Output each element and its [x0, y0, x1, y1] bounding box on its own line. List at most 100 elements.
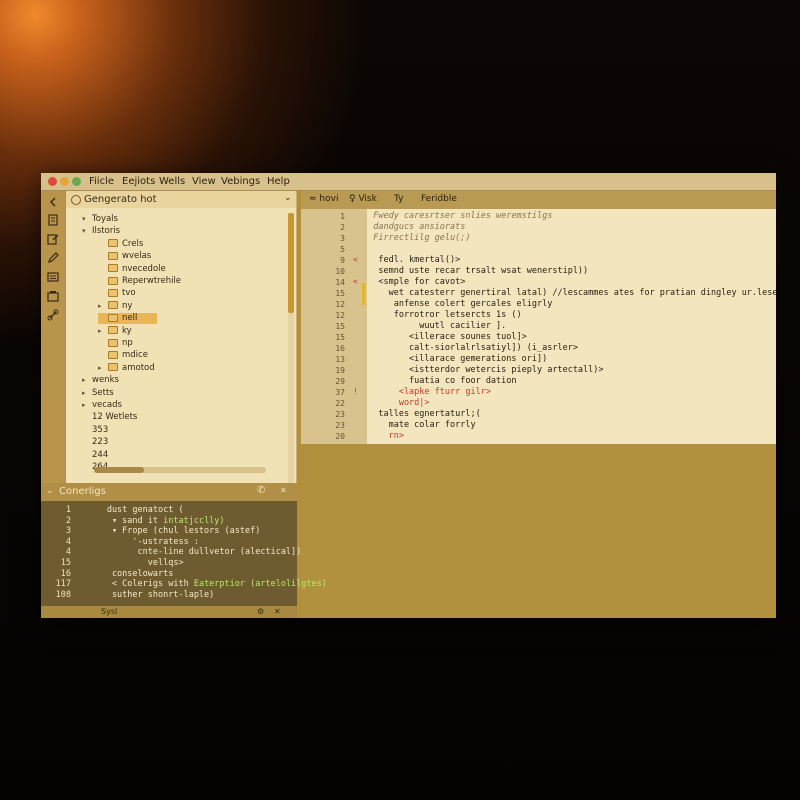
explorer-vertical-scroll-thumb[interactable]: [288, 213, 294, 313]
link-icon[interactable]: [46, 308, 60, 322]
document-icon[interactable]: [46, 270, 60, 284]
status-label: Sysl: [101, 607, 118, 616]
line-number: 23: [335, 410, 345, 419]
chevron-right-icon[interactable]: ▸: [82, 400, 92, 411]
tree-item[interactable]: 244: [82, 450, 108, 461]
tree-item-label: nvecedole: [122, 263, 166, 274]
tree-item[interactable]: ▸ Setts: [82, 388, 114, 399]
folder-icon: [108, 301, 118, 310]
menu-vebings[interactable]: Vebings: [221, 174, 260, 189]
tree-item[interactable]: ▸ ny: [98, 301, 132, 312]
folder-icon: [108, 338, 118, 347]
code-line: Firrectlilg gelu(;): [363, 233, 471, 243]
folder-icon: [108, 251, 118, 260]
tree-item-label: nell: [122, 313, 138, 324]
folder-icon: [108, 363, 118, 372]
tree-item[interactable]: nvecedole: [98, 264, 166, 275]
line-number: 22: [335, 399, 345, 408]
tree-item-label: Crels: [122, 238, 144, 249]
explorer-horizontal-scrollbar[interactable]: [94, 467, 266, 473]
line-marker: !: [353, 387, 358, 396]
line-number: 10: [335, 267, 345, 276]
tree-item-label: tvo: [122, 288, 136, 299]
explorer-horizontal-scroll-thumb[interactable]: [94, 467, 144, 473]
file-explorer: Gengerato hot ⌄ ▾ Toyals ▾ Ilstoris Crels wve…: [66, 191, 297, 483]
code-line: Fwedy caresrtser snlies weremstilgs: [363, 211, 553, 221]
panel-code-highlight: Eaterptior (artelolilgtes): [193, 579, 327, 590]
tree-item[interactable]: ▾ Toyals: [82, 214, 118, 225]
chevron-down-icon[interactable]: ⌄: [46, 486, 54, 496]
menu-wells[interactable]: Wells: [159, 174, 185, 189]
close-window-button[interactable]: [48, 177, 57, 186]
code-editor[interactable]: ≈ hovi ♀ Visk Ty Feridble 1 Fwedy caresr…: [301, 191, 776, 444]
package-icon[interactable]: [46, 289, 60, 303]
chevron-right-icon[interactable]: ▸: [98, 301, 108, 312]
chevron-right-icon[interactable]: ▸: [98, 326, 108, 337]
tree-item-label: np: [122, 338, 133, 348]
explorer-vertical-scrollbar[interactable]: [288, 213, 294, 483]
gear-icon[interactable]: ⚙: [257, 606, 264, 618]
folder-icon: [108, 288, 118, 297]
pen-icon[interactable]: [46, 251, 60, 265]
tree-item[interactable]: ▸ amotod: [98, 363, 155, 374]
menu-view[interactable]: View: [192, 174, 216, 189]
code-line: wuutl cacilier ].: [363, 321, 507, 331]
tab-visk[interactable]: ♀ Visk: [349, 194, 377, 204]
panel-code-line: < Colerigs with Eaterptior (artelolilgte…: [71, 579, 327, 590]
editor-tab-bar: ≈ hovi ♀ Visk Ty Feridble: [301, 191, 776, 209]
tree-item[interactable]: Reperwtrehile: [98, 276, 181, 287]
close-icon[interactable]: ✕: [280, 486, 287, 495]
tab-ty[interactable]: Ty: [394, 194, 403, 204]
files-icon[interactable]: [46, 213, 60, 227]
tree-item[interactable]: 223: [82, 437, 108, 448]
tree-item[interactable]: nell: [98, 313, 158, 325]
tree-item[interactable]: 12 Wetlets: [82, 412, 137, 423]
panel-code-text: suther shonrt-laple): [71, 589, 215, 600]
tree-item[interactable]: ▸ wenks: [82, 375, 119, 386]
chevron-down-icon[interactable]: ⌄: [284, 193, 292, 203]
panel-code-text: < Colerigs with: [71, 579, 194, 590]
line-number: 15: [335, 322, 345, 331]
line-number: 5: [340, 245, 345, 254]
panel-code-text: dust genatoct (: [71, 505, 184, 515]
tree-item[interactable]: ▸ vecads: [82, 400, 122, 411]
panel-code-line: conselowarts: [71, 569, 173, 580]
tree-item[interactable]: tvo: [98, 288, 136, 299]
close-icon[interactable]: ✕: [274, 606, 281, 618]
menu-edit[interactable]: Eejiots: [122, 174, 155, 189]
code-line: <istterdor wetercis pieply artectall)>: [363, 365, 604, 375]
panel-code-text: conselowarts: [71, 568, 174, 579]
tree-item[interactable]: mdice: [98, 350, 148, 361]
panel-code-highlight: intatjcclly): [163, 515, 225, 526]
code-line: semnd uste recar trsalt wsat wenerstipl)…: [363, 266, 589, 276]
tab-hovi[interactable]: ≈ hovi: [309, 194, 338, 204]
edit-icon[interactable]: [46, 232, 60, 246]
chevron-right-icon[interactable]: ▸: [82, 388, 92, 399]
tree-item[interactable]: np: [98, 338, 133, 349]
maximize-window-button[interactable]: [72, 177, 81, 186]
chevron-right-icon[interactable]: ▸: [82, 375, 92, 386]
panel-code-line: ▾ sand it intatjcclly): [71, 516, 225, 527]
tree-item[interactable]: ▸ ky: [98, 326, 132, 337]
tree-item[interactable]: Crels: [98, 239, 143, 250]
phone-icon[interactable]: ✆: [257, 485, 265, 496]
tree-item[interactable]: ▾ Ilstoris: [82, 226, 120, 237]
menubar: Fiicle Eejiots Wells View Vebings Help: [41, 173, 776, 191]
chevron-right-icon[interactable]: ▸: [98, 363, 108, 374]
panel-code-text: ▾ Frope (chul lestors (astef): [71, 526, 261, 537]
tab-feridble[interactable]: Feridble: [421, 194, 457, 204]
menu-help[interactable]: Help: [267, 174, 290, 189]
explorer-folder-icon: [71, 195, 81, 205]
chevron-down-icon[interactable]: ▾: [82, 214, 92, 225]
tree-item[interactable]: 353: [82, 425, 108, 436]
tree-item[interactable]: wvelas: [98, 251, 151, 262]
minimize-window-button[interactable]: [60, 177, 69, 186]
tree-item-label: 244: [92, 449, 109, 460]
tree-item-label: Ilstoris: [92, 226, 121, 237]
chevron-down-icon[interactable]: ▾: [82, 226, 92, 237]
status-bar: Sysl ⚙ ✕: [41, 606, 297, 618]
menu-file[interactable]: Fiicle: [89, 174, 114, 189]
code-line: anfense colert gercales eligrly: [363, 299, 553, 309]
panel-body[interactable]: 1 dust genatoct (2 ▾ sand it intatjcclly…: [41, 501, 327, 606]
chevron-left-icon[interactable]: [46, 195, 60, 209]
